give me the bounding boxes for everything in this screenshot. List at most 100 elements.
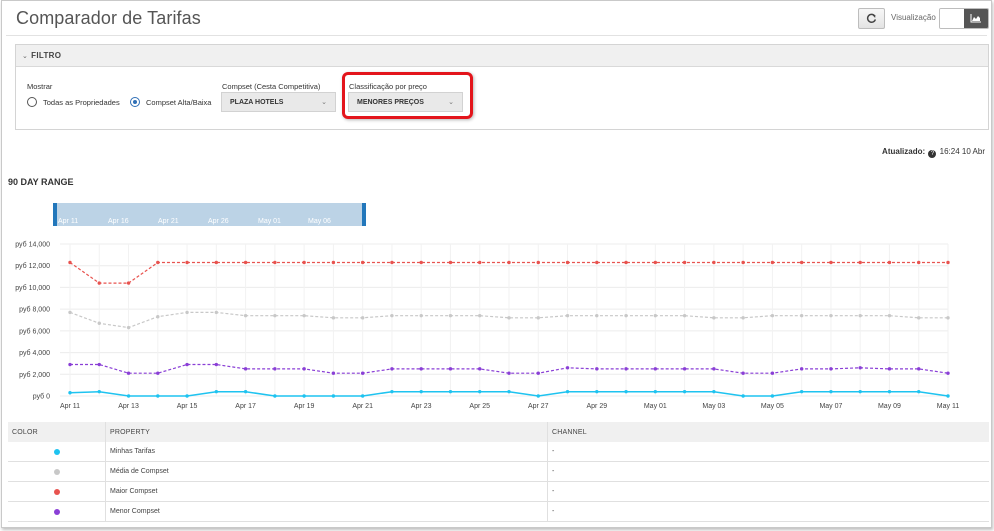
series-point bbox=[712, 260, 716, 265]
row-color-cell bbox=[8, 442, 106, 461]
chart-view-option[interactable] bbox=[964, 9, 988, 28]
series-point bbox=[478, 367, 482, 371]
series-point bbox=[390, 313, 394, 318]
radio-compset-high-low[interactable]: Compset Alta/Baixa bbox=[130, 97, 211, 107]
radio-all-properties[interactable]: Todas as Propriedades bbox=[27, 97, 120, 107]
series-point bbox=[741, 316, 745, 320]
series-point bbox=[917, 260, 921, 265]
series-point bbox=[419, 260, 423, 265]
x-tick-label: May 03 bbox=[702, 403, 725, 410]
series-point bbox=[565, 366, 570, 370]
row-channel: - bbox=[552, 488, 555, 495]
series-point bbox=[595, 313, 599, 318]
header-channel[interactable]: CHANNEL bbox=[548, 422, 989, 442]
series-point bbox=[448, 260, 453, 265]
table-row[interactable]: Menor Compset - bbox=[8, 502, 989, 522]
series-point bbox=[712, 367, 716, 371]
series-point bbox=[302, 367, 306, 371]
chevron-down-icon: ⌄ bbox=[22, 52, 29, 60]
radio-checked-icon[interactable] bbox=[130, 97, 140, 107]
series-point bbox=[887, 367, 892, 371]
series-point bbox=[917, 316, 921, 320]
x-tick-label: Apr 23 bbox=[411, 403, 432, 410]
series-point bbox=[536, 260, 540, 265]
series-point bbox=[507, 260, 511, 265]
y-tick-label: руб 0 bbox=[33, 393, 50, 401]
series-point bbox=[946, 371, 950, 375]
table-row[interactable]: Média de Compset - bbox=[8, 462, 989, 482]
refresh-button[interactable] bbox=[858, 8, 885, 29]
series-point bbox=[331, 316, 336, 320]
page-title: Comparador de Tarifas bbox=[16, 8, 201, 28]
x-tick-label: Apr 21 bbox=[352, 403, 373, 410]
row-color-cell bbox=[8, 462, 106, 481]
navigator-label: Apr 11 bbox=[58, 218, 78, 225]
series-point bbox=[741, 394, 745, 398]
navigator-label: May 06 bbox=[308, 218, 331, 225]
series-point bbox=[858, 260, 862, 265]
compset-select[interactable]: PLAZA HOTELS ⌄ bbox=[221, 92, 336, 112]
range-handle-right[interactable] bbox=[362, 203, 366, 226]
radio-compset-label: Compset Alta/Baixa bbox=[146, 97, 212, 107]
series-point bbox=[799, 389, 804, 394]
series-point bbox=[419, 367, 423, 371]
filter-header[interactable]: ⌄ FILTRO bbox=[16, 45, 988, 67]
compset-value: PLAZA HOTELS bbox=[230, 98, 284, 106]
series-point bbox=[653, 260, 658, 265]
series-point bbox=[741, 371, 745, 375]
row-property: Maior Compset bbox=[106, 482, 548, 501]
x-tick-label: May 11 bbox=[937, 403, 960, 410]
series-point bbox=[214, 260, 219, 265]
y-tick-label: руб 14,000 bbox=[15, 241, 50, 249]
series-point bbox=[243, 313, 248, 318]
series-point bbox=[770, 260, 775, 265]
series-point bbox=[185, 362, 189, 367]
series-point bbox=[946, 394, 950, 398]
series-point bbox=[360, 316, 365, 320]
series-point bbox=[536, 316, 540, 320]
series-point bbox=[97, 321, 101, 325]
series-point bbox=[595, 367, 599, 371]
row-property: Menor Compset bbox=[106, 502, 548, 521]
series-point bbox=[858, 366, 862, 370]
series-point bbox=[653, 313, 658, 318]
filter-panel: ⌄ FILTRO bbox=[15, 44, 989, 130]
series-point bbox=[243, 260, 248, 265]
x-tick-label: Apr 11 bbox=[60, 403, 80, 410]
series-color-dot bbox=[53, 508, 60, 515]
radio-unchecked-icon[interactable] bbox=[27, 97, 37, 107]
table-view-option[interactable] bbox=[940, 9, 964, 28]
series-point bbox=[565, 260, 570, 265]
series-point bbox=[390, 389, 394, 394]
series-point bbox=[858, 389, 862, 394]
series-point bbox=[946, 260, 950, 265]
series-point bbox=[829, 313, 833, 318]
table-row[interactable]: Minhas Tarifas - bbox=[8, 442, 989, 462]
table-row[interactable]: Maior Compset - bbox=[8, 482, 989, 502]
visualization-toggle[interactable] bbox=[939, 8, 989, 29]
series-point bbox=[390, 367, 394, 371]
row-color-cell bbox=[8, 502, 106, 521]
x-tick-label: Apr 13 bbox=[118, 403, 139, 410]
y-tick-label: руб 6,000 bbox=[19, 327, 50, 335]
series-point bbox=[390, 260, 394, 265]
info-icon: ? bbox=[928, 150, 937, 158]
range-handle-left[interactable] bbox=[53, 203, 57, 226]
rate-chart: Apr 11 Apr 16 Apr 21 Apr 26 May 01 May 06 руб … bbox=[15, 203, 960, 410]
header-color[interactable]: COLOR bbox=[8, 422, 106, 442]
chevron-down-icon: ⌄ bbox=[321, 99, 327, 106]
series-point bbox=[97, 389, 101, 394]
series-point bbox=[829, 367, 833, 371]
x-tick-label: May 01 bbox=[644, 403, 667, 410]
series-point bbox=[565, 389, 570, 394]
legend-table: COLOR PROPERTY CHANNEL Minhas Tarifas - Mé… bbox=[8, 422, 989, 522]
x-tick-label: Apr 15 bbox=[177, 403, 198, 410]
navigator-label: Apr 21 bbox=[158, 218, 179, 225]
series-point bbox=[273, 260, 277, 265]
header-property[interactable]: PROPERTY bbox=[106, 422, 548, 442]
series-point bbox=[273, 367, 277, 371]
updated-label: Atualizado: bbox=[882, 147, 926, 156]
series-point bbox=[97, 281, 101, 285]
series-point bbox=[126, 281, 131, 285]
series-point bbox=[770, 313, 775, 318]
